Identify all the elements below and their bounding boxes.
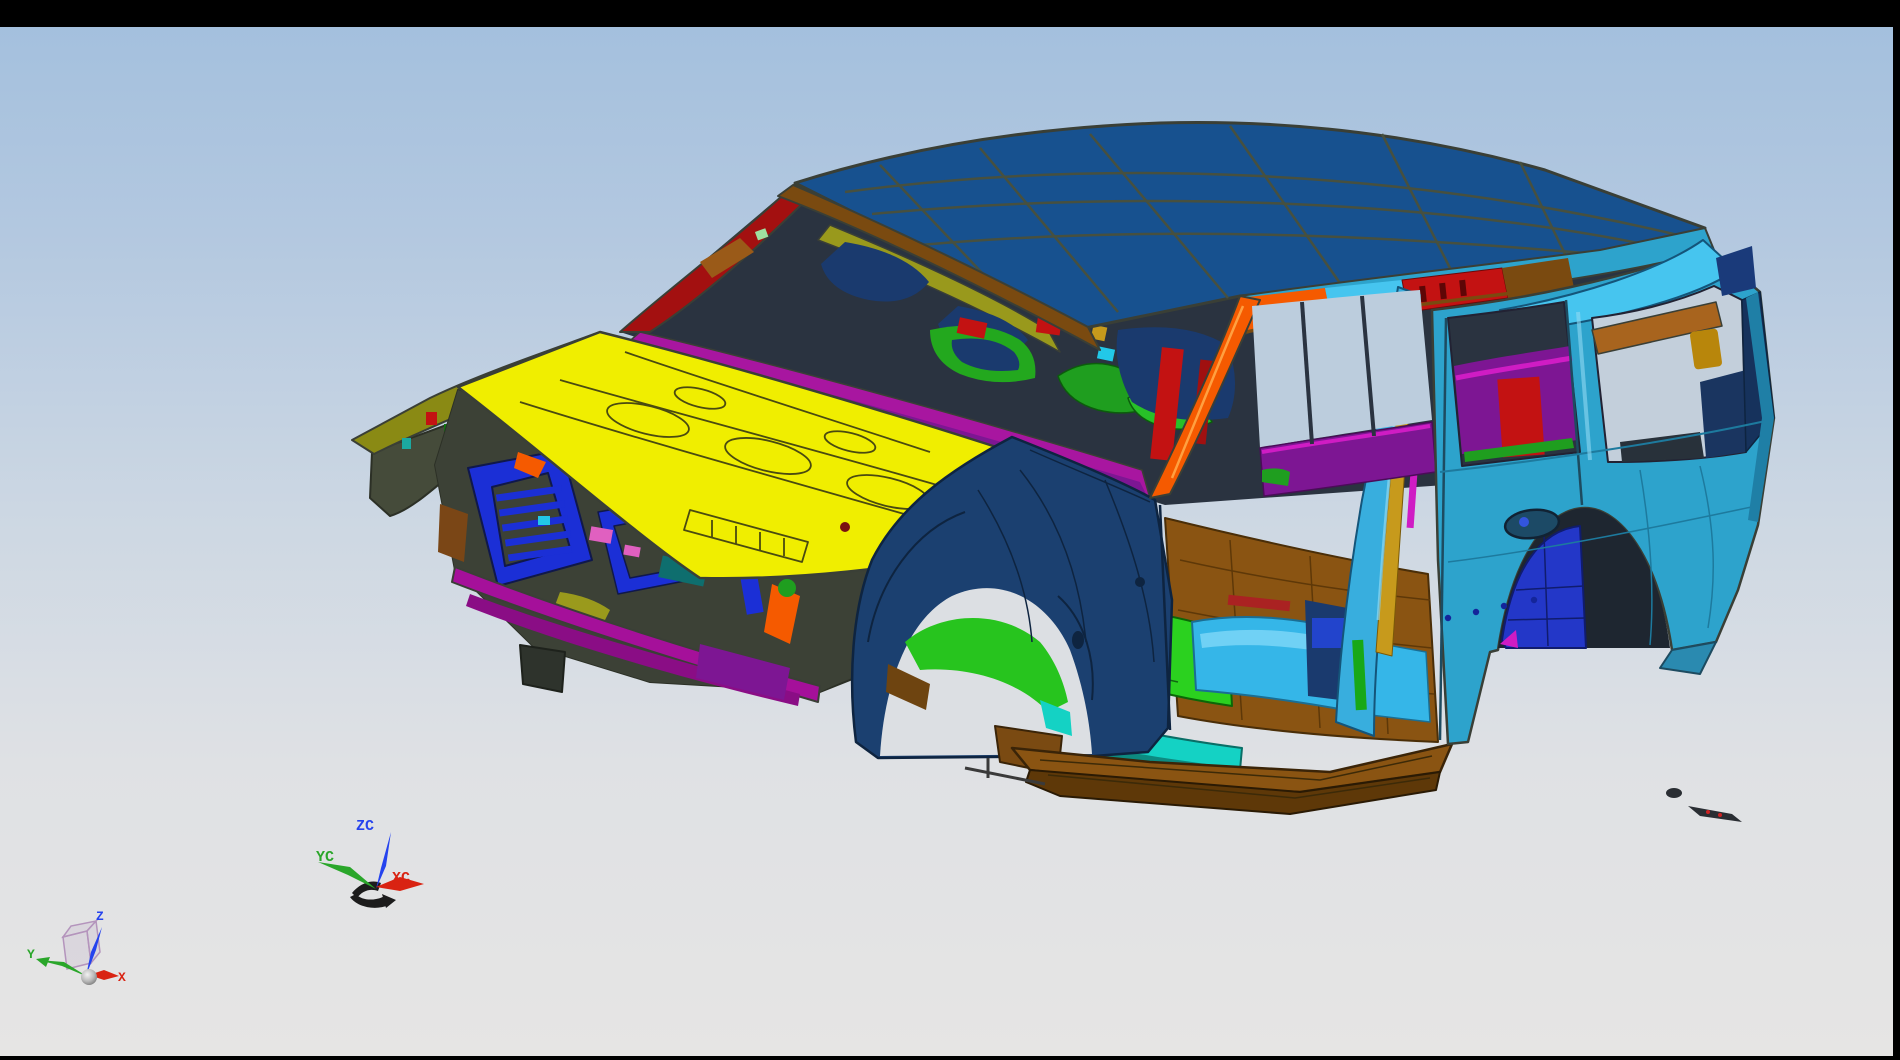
wcs-z-label[interactable]: ZC	[356, 818, 374, 835]
front-door-opening[interactable]	[1252, 290, 1436, 496]
wcs-triad[interactable]: ZC YC XC	[316, 818, 424, 908]
green-grommet-2[interactable]	[778, 579, 796, 597]
abs-y-label[interactable]: Y	[27, 947, 35, 962]
abs-y-head	[36, 957, 50, 967]
quarter-navy-corner[interactable]	[1700, 370, 1746, 458]
hood-red-dot	[840, 522, 850, 532]
graphics-window[interactable]: ZC YC XC Z Y X	[0, 0, 1900, 1060]
brown-bracket-left[interactable]	[438, 504, 468, 562]
quarter-gold-plate[interactable]	[1689, 328, 1722, 370]
absolute-triad[interactable]: Z Y X	[27, 909, 126, 985]
abs-x-label[interactable]: X	[118, 970, 126, 985]
opposite-glass-sky	[1252, 290, 1432, 448]
sliver-red-dot-1	[1706, 810, 1710, 814]
car-body-model[interactable]	[352, 122, 1774, 822]
fender-hole	[1135, 577, 1145, 587]
tow-bracket-dark[interactable]	[520, 645, 565, 692]
loose-part-small[interactable]	[1666, 788, 1682, 798]
wcs-base-arrow-2[interactable]	[350, 894, 396, 908]
sliver-red-dot-2	[1718, 813, 1722, 817]
triad-origin-sphere[interactable]	[81, 969, 97, 985]
fender-oval-hole	[1072, 631, 1084, 649]
fender-red-bit[interactable]	[426, 412, 437, 425]
rear-tiny-window[interactable]	[1716, 246, 1756, 296]
wcs-z-arrow[interactable]	[376, 832, 391, 889]
fender-teal-bit[interactable]	[402, 438, 411, 449]
body-side-rear-assembly[interactable]	[1432, 240, 1774, 744]
loose-part-sliver[interactable]	[1688, 806, 1742, 822]
cad-viewport[interactable]: ZC YC XC Z Y X	[0, 0, 1900, 1060]
wcs-y-label[interactable]: YC	[316, 849, 334, 866]
handle-blue-bit	[1519, 517, 1529, 527]
abs-z-label[interactable]: Z	[96, 909, 104, 924]
wcs-x-label[interactable]: XC	[392, 870, 410, 887]
b-pillar-blue-box[interactable]	[1312, 618, 1346, 648]
loose-parts[interactable]	[1666, 788, 1742, 822]
